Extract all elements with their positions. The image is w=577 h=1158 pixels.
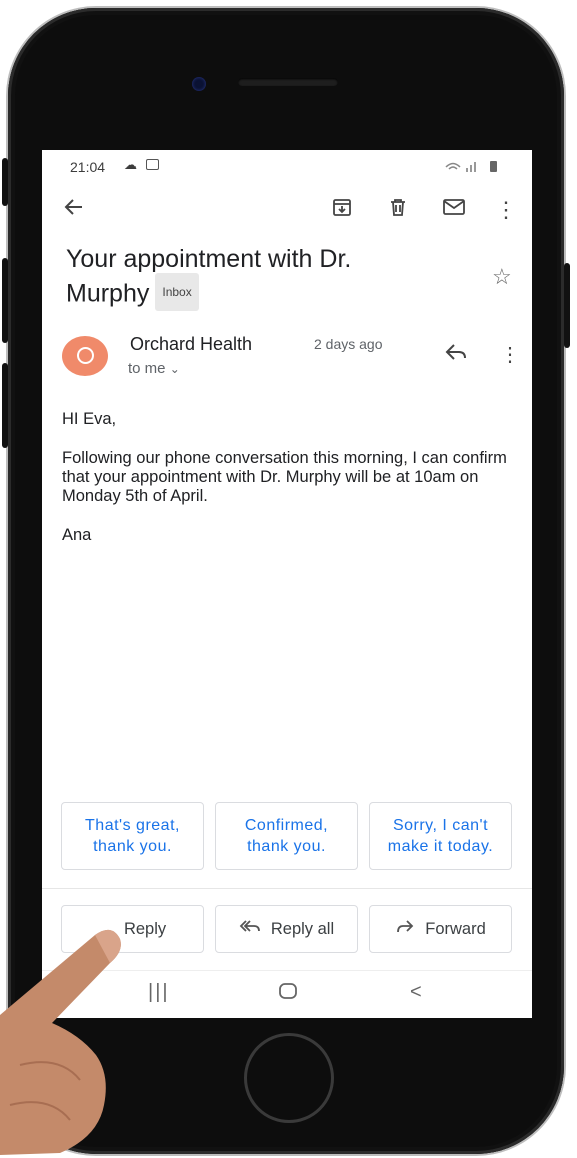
image-icon bbox=[146, 159, 159, 170]
email-subject: Your appointment with Dr. Murphy Inbox bbox=[66, 242, 466, 314]
forward-label: Forward bbox=[425, 919, 486, 938]
volume-up-button bbox=[2, 258, 8, 343]
reply-icon[interactable] bbox=[444, 342, 468, 368]
subject-line-1: Your appointment with Dr. bbox=[66, 245, 352, 273]
divider bbox=[42, 888, 532, 889]
email-greeting: HI Eva, bbox=[62, 410, 117, 428]
back-arrow-icon[interactable] bbox=[60, 196, 88, 224]
chevron-down-icon: ⌄ bbox=[169, 362, 180, 376]
smart-reply-3[interactable]: Sorry, I can't make it today. bbox=[369, 802, 512, 870]
toolbar: ⋮ bbox=[42, 190, 532, 230]
forward-button[interactable]: Forward bbox=[369, 905, 512, 953]
reply-all-icon bbox=[239, 919, 261, 940]
home-nav-icon[interactable] bbox=[278, 981, 298, 1007]
smart-reply-2[interactable]: Confirmed, thank you. bbox=[215, 802, 358, 870]
home-button[interactable] bbox=[244, 1033, 334, 1123]
message-more-icon[interactable]: ⋮ bbox=[500, 342, 520, 367]
volume-down-button bbox=[2, 363, 8, 448]
recipient-label: to me bbox=[128, 360, 166, 377]
status-bar: 21:04 ☁ bbox=[42, 150, 532, 184]
email-date: 2 days ago bbox=[314, 336, 383, 352]
front-camera bbox=[192, 77, 206, 91]
recipient-toggle[interactable]: to me ⌄ bbox=[128, 360, 180, 377]
email-body: HI Eva, Following our phone conversation… bbox=[62, 410, 522, 565]
sender-avatar bbox=[62, 336, 108, 376]
mail-icon[interactable] bbox=[440, 196, 468, 224]
reply-button[interactable]: ↩ Reply bbox=[61, 905, 204, 953]
reply-all-label: Reply all bbox=[270, 919, 335, 938]
recents-icon[interactable]: ||| bbox=[148, 981, 170, 1004]
signal-battery-icon bbox=[444, 159, 504, 176]
android-nav-bar: ||| < bbox=[42, 970, 532, 1018]
more-vert-icon[interactable]: ⋮ bbox=[492, 196, 520, 224]
reply-all-button[interactable]: Reply all bbox=[215, 905, 358, 953]
email-paragraph: Following our phone conversation this mo… bbox=[62, 449, 507, 505]
screen: 21:04 ☁ ⋮ Your appointment with Dr. Murp… bbox=[42, 150, 532, 1018]
smart-reply-1[interactable]: That's great, thank you. bbox=[61, 802, 204, 870]
archive-icon[interactable] bbox=[328, 196, 356, 224]
side-button bbox=[2, 158, 8, 206]
star-icon[interactable]: ☆ bbox=[492, 264, 512, 290]
trash-icon[interactable] bbox=[384, 196, 412, 224]
inbox-label-chip[interactable]: Inbox bbox=[155, 273, 199, 311]
reply-label: Reply bbox=[123, 919, 167, 938]
subject-line-2: Murphy bbox=[66, 279, 150, 308]
email-signature: Ana bbox=[62, 526, 92, 544]
back-nav-icon[interactable]: < bbox=[410, 981, 422, 1004]
sender-name: Orchard Health bbox=[130, 334, 253, 354]
power-button bbox=[564, 263, 570, 348]
cloud-icon: ☁ bbox=[124, 157, 137, 172]
forward-icon bbox=[395, 919, 415, 940]
speaker-grille bbox=[238, 78, 338, 86]
status-time: 21:04 bbox=[70, 159, 106, 175]
